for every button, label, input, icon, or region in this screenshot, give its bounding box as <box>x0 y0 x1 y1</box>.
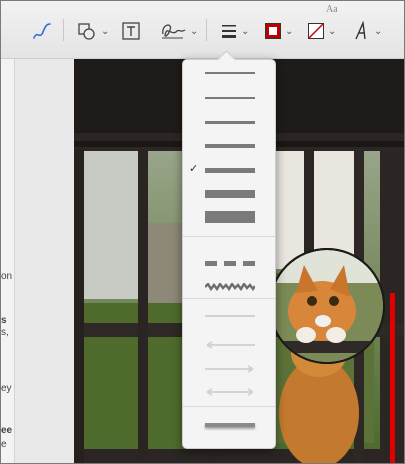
red-marker-stroke[interactable] <box>390 293 395 463</box>
chevron-down-icon: ⌄ <box>374 25 383 37</box>
dashed-line-icon <box>205 261 255 266</box>
arrow-style-option[interactable] <box>205 360 255 373</box>
chevron-down-icon: ⌄ <box>241 25 250 37</box>
text-button[interactable] <box>121 19 141 43</box>
left-arrow-icon <box>206 341 255 349</box>
right-arrow-icon <box>205 365 254 373</box>
jagged-line-icon <box>204 281 256 292</box>
line-weight-option[interactable] <box>205 144 255 148</box>
line-weight-icon <box>222 25 236 38</box>
toolbar-separator <box>206 19 207 41</box>
double-arrow-icon <box>206 388 254 396</box>
line-weight-option[interactable] <box>205 190 255 198</box>
list-fragment: s, <box>1 327 9 338</box>
list-fragment: e <box>1 439 7 450</box>
list-fragment: s <box>1 315 7 326</box>
line-weight-option[interactable] <box>205 97 255 99</box>
border-color-button[interactable]: ⌄ <box>264 19 293 43</box>
signature-icon <box>162 24 186 39</box>
menu-separator <box>183 406 275 407</box>
chevron-down-icon: ⌄ <box>328 25 337 37</box>
markup-toolbar: Aa ⌄ ⌄ ⌄ ⌄ ⌄ ⌄ <box>1 1 404 59</box>
window: on s s, ey ee e Aa ⌄ ⌄ ⌄ ⌄ ⌄ ⌄ ✓ <box>0 0 405 464</box>
line-weight-option-selected[interactable] <box>205 168 255 173</box>
dash-style-option[interactable] <box>205 253 255 266</box>
chevron-down-icon: ⌄ <box>285 25 294 37</box>
list-fragment: ey <box>1 383 12 394</box>
list-fragment: on <box>1 271 13 282</box>
fill-color-button[interactable]: ⌄ <box>307 19 336 43</box>
shapes-button[interactable]: ⌄ <box>76 19 109 43</box>
text-box-icon <box>122 22 140 40</box>
background-list: on s s, ey ee e <box>1 53 15 463</box>
fill-color-icon <box>308 23 324 39</box>
shape-style-button[interactable]: ⌄ <box>220 19 249 43</box>
text-style-icon <box>355 21 366 40</box>
chevron-down-icon: ⌄ <box>190 25 199 37</box>
arrow-style-option[interactable] <box>205 315 255 317</box>
border-color-icon <box>265 23 281 39</box>
shapes-icon <box>78 23 95 40</box>
menu-separator <box>183 236 275 237</box>
jagged-style-option[interactable] <box>204 278 256 292</box>
line-weight-option[interactable] <box>205 121 255 124</box>
text-style-button[interactable]: ⌄ <box>353 19 382 43</box>
sign-button[interactable]: ⌄ <box>159 19 198 43</box>
sketch-button[interactable] <box>31 19 53 43</box>
shadow-style-option[interactable] <box>205 423 255 427</box>
toolbar-separator <box>63 19 64 41</box>
chevron-down-icon: ⌄ <box>101 25 110 37</box>
arrow-style-option[interactable] <box>205 336 255 349</box>
background-text: Aa <box>326 4 338 15</box>
line-weight-option[interactable] <box>205 72 255 74</box>
arrow-style-option[interactable] <box>205 383 255 396</box>
sketch-icon <box>33 23 51 39</box>
shape-style-menu: ✓ <box>182 50 276 449</box>
list-fragment: ee <box>1 425 13 436</box>
line-weight-option[interactable] <box>205 211 255 223</box>
check-mark: ✓ <box>189 163 199 175</box>
menu-separator <box>183 298 275 299</box>
